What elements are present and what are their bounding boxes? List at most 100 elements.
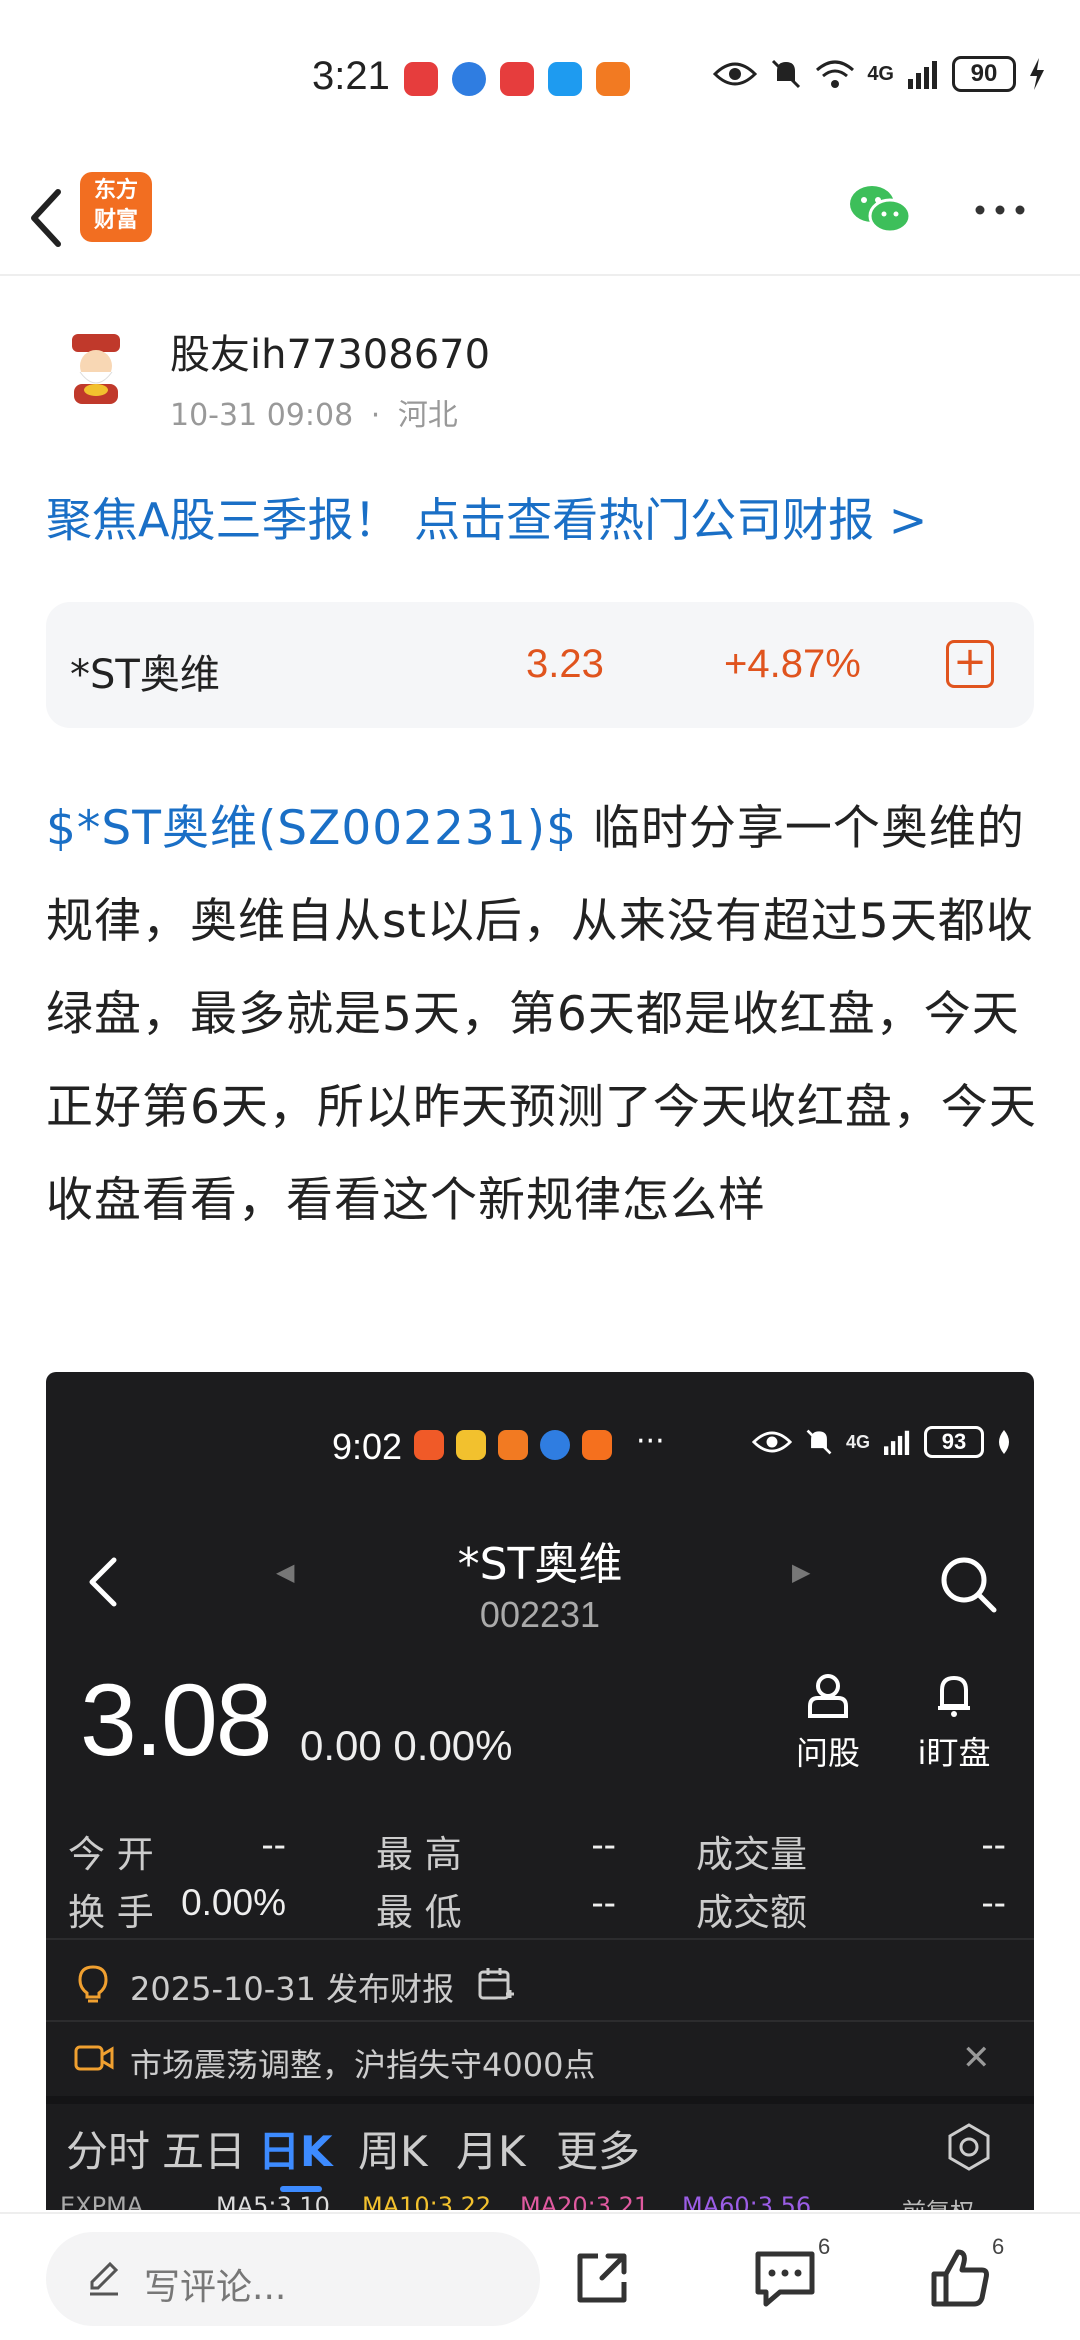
tab-monthly-k: 月K [456,2127,526,2176]
app-icon [498,1430,528,1460]
mute-bell-icon [806,1429,832,1455]
settings-icon [948,2123,990,2171]
network-type: 4G [867,62,894,85]
screenshot-battery: 93 [924,1426,985,1458]
charging-icon [1030,58,1044,90]
leaf-icon [999,1430,1010,1454]
post-date: 10-31 09:08 [170,398,354,433]
tab-daily-k: 日K [258,2127,333,2176]
ma-label: MA60:3.56 [682,2192,812,2210]
low-label: 最 低 [376,1891,462,1934]
tab-more: 更多 [556,2127,641,2176]
meta-separator: · [370,398,381,433]
watch-entry: i盯盘 [914,1672,994,1774]
ask-person-icon [808,1674,848,1718]
bottom-action-bar: 写评论... 6 6 [0,2212,1080,2340]
browser-app-icon [452,62,486,96]
comment-placeholder: 写评论... [144,2267,287,2308]
post-meta: 10-31 09:08 · 河北 [170,390,458,434]
stock-card[interactable]: *ST奥维 3.23 +4.87% + [46,602,1034,728]
wechat-share-icon[interactable] [848,182,912,238]
divider [46,2020,1034,2022]
screenshot-price: 3.08 [80,1663,273,1777]
lightbulb-icon [78,1965,108,2003]
screenshot-network: 4G [846,1431,871,1452]
next-stock-icon: ▶ [792,1558,811,1586]
earnings-event-text: 2025-10-31 发布财报 [130,1970,455,2008]
ask-stock-label: 问股 [795,1734,860,1772]
search-app-icon [548,62,582,96]
author-avatar[interactable] [56,328,136,408]
comment-count: 6 [818,2234,831,2259]
close-news-icon: ✕ [962,2038,991,2078]
stock-name: *ST奥维 [70,652,220,698]
screenshot-status-right: 4G 93 [752,1426,1012,1458]
ma-label: MA10:3.22 [362,2192,492,2210]
battery-indicator: 90 [952,56,1016,92]
ma-label: MA20:3.21 [520,2192,650,2210]
ma-label: 前复权 [902,2192,974,2210]
post-body: $*ST奥维(SZ002231)$ 临时分享一个奥维的规律，奥维自从st以后，从… [46,782,1042,1247]
back-icon[interactable] [20,178,80,258]
add-watchlist-button[interactable]: + [946,640,994,688]
screenshot-notification-icons [414,1430,612,1460]
like-icon[interactable] [930,2246,992,2308]
comment-input[interactable]: 写评论... [46,2232,540,2326]
high-value: -- [591,1824,616,1865]
ask-stock-entry: 问股 [788,1672,868,1774]
app-icon [414,1430,444,1460]
amount-label: 成交额 [696,1891,807,1934]
eye-icon [713,62,758,86]
wifi-icon [816,60,855,88]
low-value: -- [591,1882,616,1923]
post-text: 临时分享一个奥维的规律，奥维自从st以后，从来没有超过5天都收绿盘，最多就是5天… [46,801,1037,1228]
eye-icon [752,1431,792,1453]
signal-icon [908,61,937,89]
status-bar: 3:21 4G 90 [0,0,1080,160]
turnover-label: 换 手 [68,1891,154,1934]
open-value: -- [261,1824,286,1865]
screenshot-more-notifications: ··· [636,1424,665,1459]
volume-label: 成交量 [696,1833,807,1876]
ma-indicator-strip: EXPMA MA5:3.10 MA10:3.22 MA20:3.21 MA60:… [46,2192,1034,2210]
huawei-app-icon-2 [500,62,534,96]
stock-price: 3.23 [526,642,604,686]
like-count: 6 [992,2234,1005,2259]
eastmoney-logo[interactable]: 东方 财富 [80,172,152,242]
app-icon [582,1430,612,1460]
pencil-icon [90,2261,119,2296]
status-time: 3:21 [312,54,390,98]
top-nav-bar: 东方 财富 [0,160,1080,276]
market-news-text: 市场震荡调整，沪指失守4000点 [130,2046,596,2084]
more-options-icon[interactable] [970,190,1030,230]
ma-label: EXPMA [60,2192,144,2210]
ma-label: MA5:3.10 [216,2192,330,2210]
chart-period-tabs: 分时 五日 日K 周K 月K 更多 [46,2108,1034,2198]
screenshot-search-icon [941,1557,997,1613]
stock-change: +4.87% [724,642,861,686]
screenshot-stock-code: 002231 [479,1594,601,1635]
screenshot-stock-title: *ST奥维 [457,1539,623,1590]
bell-icon [938,1675,970,1717]
stock-tag-link[interactable]: $*ST奥维(SZ002231)$ [46,801,577,856]
tab-five-day: 五日 [162,2127,247,2176]
amount-value: -- [981,1882,1006,1923]
comments-icon[interactable] [752,2248,818,2308]
tab-intraday: 分时 [66,2127,151,2176]
divider [46,1938,1034,1940]
author-name[interactable]: 股友ih77308670 [170,322,490,380]
app-icon [456,1430,486,1460]
tab-weekly-k: 周K [358,2127,428,2176]
notification-icons [404,62,630,96]
high-label: 最 高 [376,1833,462,1876]
post-location: 河北 [397,398,458,433]
volume-value: -- [981,1824,1006,1865]
earnings-promo-link[interactable]: 聚焦A股三季报！ 点击查看热门公司财报 > [46,484,927,550]
open-label: 今 开 [68,1833,154,1876]
huawei-app-icon [404,62,438,96]
watch-label: i盯盘 [917,1734,991,1772]
app-icon [540,1430,570,1460]
video-icon [74,2045,114,2071]
attached-screenshot[interactable]: 9:02 ··· 4G 93 ◀ *ST奥维 002231 ▶ 3.08 0.0… [46,1372,1034,2210]
share-icon[interactable] [572,2248,632,2308]
